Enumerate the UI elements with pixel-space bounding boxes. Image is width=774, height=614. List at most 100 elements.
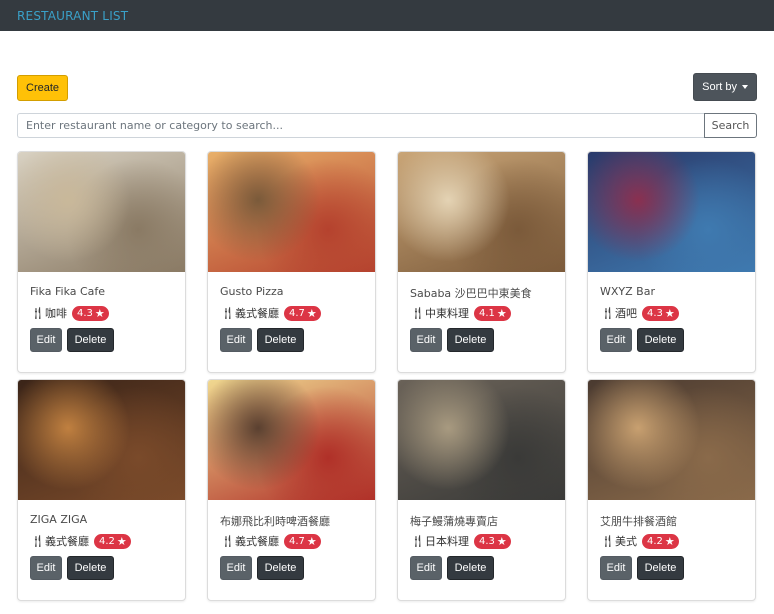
star-icon: ★: [94, 306, 105, 320]
edit-button[interactable]: Edit: [30, 556, 62, 580]
sort-by-label: Sort by: [702, 81, 737, 93]
delete-button[interactable]: Delete: [257, 556, 304, 580]
restaurant-category: 義式餐廳: [45, 535, 89, 548]
utensils-icon: 🍴︎: [220, 534, 236, 548]
restaurant-category: 美式: [615, 535, 637, 548]
card-body: 布娜飛比利時啤酒餐廳 🍴︎ 義式餐廳 4.7 ★ Edit Delete: [208, 500, 375, 580]
brand-link[interactable]: RESTAURANT LIST: [17, 9, 128, 23]
edit-button[interactable]: Edit: [220, 556, 252, 580]
card-actions: Edit Delete: [220, 328, 363, 352]
toolbar: Create Sort by: [17, 73, 757, 101]
restaurant-name: ZIGA ZIGA: [30, 513, 88, 526]
utensils-icon: 🍴︎: [600, 306, 616, 320]
rating-value: 4.3: [647, 307, 663, 319]
restaurant-photo[interactable]: [398, 380, 565, 500]
utensils-icon: 🍴︎: [30, 306, 46, 320]
card-body: WXYZ Bar 🍴︎ 酒吧 4.3 ★ Edit Delete: [588, 272, 755, 352]
rating-badge: 4.2 ★: [94, 533, 131, 549]
restaurant-meta: 🍴︎ 咖啡 4.3 ★: [30, 304, 173, 322]
restaurant-photo[interactable]: [588, 380, 755, 500]
rating-badge: 4.3 ★: [474, 533, 511, 549]
card-body: Fika Fika Cafe 🍴︎ 咖啡 4.3 ★ Edit Delete: [18, 272, 185, 352]
rating-badge: 4.3 ★: [72, 305, 109, 321]
restaurant-photo[interactable]: [18, 152, 185, 272]
delete-button[interactable]: Delete: [67, 556, 114, 580]
rating-value: 4.3: [77, 307, 93, 319]
card-actions: Edit Delete: [600, 328, 743, 352]
restaurant-photo[interactable]: [208, 152, 375, 272]
delete-button[interactable]: Delete: [257, 328, 304, 352]
utensils-icon: 🍴︎: [410, 534, 426, 548]
card-body: Sababa 沙巴巴中東美食 🍴︎ 中東料理 4.1 ★ Edit Delete: [398, 272, 565, 352]
restaurant-name: Gusto Pizza: [220, 285, 284, 298]
star-icon: ★: [306, 534, 317, 548]
star-icon: ★: [496, 534, 507, 548]
restaurant-name: WXYZ Bar: [600, 285, 655, 298]
edit-button[interactable]: Edit: [600, 328, 632, 352]
rating-value: 4.7: [289, 307, 305, 319]
rating-value: 4.7: [289, 535, 305, 547]
card-actions: Edit Delete: [600, 556, 743, 580]
utensils-icon: 🍴︎: [600, 534, 616, 548]
delete-button[interactable]: Delete: [637, 328, 684, 352]
restaurant-category: 義式餐廳: [235, 307, 279, 320]
caret-down-icon: [742, 85, 748, 89]
card-actions: Edit Delete: [30, 328, 173, 352]
delete-button[interactable]: Delete: [67, 328, 114, 352]
edit-button[interactable]: Edit: [30, 328, 62, 352]
restaurant-card[interactable]: 布娜飛比利時啤酒餐廳 🍴︎ 義式餐廳 4.7 ★ Edit Delete: [207, 379, 376, 601]
restaurant-meta: 🍴︎ 酒吧 4.3 ★: [600, 304, 743, 322]
card-actions: Edit Delete: [410, 328, 553, 352]
restaurant-photo[interactable]: [588, 152, 755, 272]
restaurant-card[interactable]: 梅子鰻蒲燒專賣店 🍴︎ 日本料理 4.3 ★ Edit Delete: [397, 379, 566, 601]
restaurant-category: 咖啡: [45, 307, 67, 320]
rating-badge: 4.7 ★: [284, 305, 321, 321]
restaurant-card[interactable]: 艾朋牛排餐酒館 🍴︎ 美式 4.2 ★ Edit Delete: [587, 379, 756, 601]
edit-button[interactable]: Edit: [220, 328, 252, 352]
delete-button[interactable]: Delete: [637, 556, 684, 580]
restaurant-name: Fika Fika Cafe: [30, 285, 106, 298]
restaurant-category: 義式餐廳: [235, 535, 279, 548]
utensils-icon: 🍴︎: [410, 306, 426, 320]
delete-button[interactable]: Delete: [447, 556, 494, 580]
restaurant-card[interactable]: Fika Fika Cafe 🍴︎ 咖啡 4.3 ★ Edit Delete: [17, 151, 186, 373]
rating-value: 4.2: [647, 535, 663, 547]
edit-button[interactable]: Edit: [410, 556, 442, 580]
restaurant-category: 日本料理: [425, 535, 469, 548]
star-icon: ★: [116, 534, 127, 548]
restaurant-name: Sababa 沙巴巴中東美食: [410, 287, 532, 300]
restaurant-card[interactable]: Gusto Pizza 🍴︎ 義式餐廳 4.7 ★ Edit Delete: [207, 151, 376, 373]
utensils-icon: 🍴︎: [30, 534, 46, 548]
restaurant-card[interactable]: WXYZ Bar 🍴︎ 酒吧 4.3 ★ Edit Delete: [587, 151, 756, 373]
card-actions: Edit Delete: [30, 556, 173, 580]
restaurant-photo[interactable]: [208, 380, 375, 500]
utensils-icon: 🍴︎: [220, 306, 236, 320]
restaurant-card[interactable]: ZIGA ZIGA 🍴︎ 義式餐廳 4.2 ★ Edit Delete: [17, 379, 186, 601]
restaurant-photo[interactable]: [18, 380, 185, 500]
search-button[interactable]: Search: [704, 113, 757, 138]
rating-value: 4.1: [479, 307, 495, 319]
rating-badge: 4.7 ★: [284, 533, 321, 549]
restaurant-meta: 🍴︎ 義式餐廳 4.7 ★: [220, 532, 363, 550]
sort-by-dropdown[interactable]: Sort by: [693, 73, 757, 101]
rating-value: 4.2: [99, 535, 115, 547]
star-icon: ★: [664, 306, 675, 320]
restaurant-category: 酒吧: [615, 307, 637, 320]
edit-button[interactable]: Edit: [600, 556, 632, 580]
restaurant-meta: 🍴︎ 美式 4.2 ★: [600, 532, 743, 550]
edit-button[interactable]: Edit: [410, 328, 442, 352]
restaurant-name: 布娜飛比利時啤酒餐廳: [220, 515, 330, 528]
search-input[interactable]: [17, 113, 704, 138]
star-icon: ★: [496, 306, 507, 320]
delete-button[interactable]: Delete: [447, 328, 494, 352]
restaurant-card[interactable]: Sababa 沙巴巴中東美食 🍴︎ 中東料理 4.1 ★ Edit Delete: [397, 151, 566, 373]
restaurant-meta: 🍴︎ 義式餐廳 4.2 ★: [30, 532, 173, 550]
create-button[interactable]: Create: [17, 75, 69, 101]
star-icon: ★: [306, 306, 317, 320]
card-actions: Edit Delete: [410, 556, 553, 580]
card-body: Gusto Pizza 🍴︎ 義式餐廳 4.7 ★ Edit Delete: [208, 272, 375, 352]
restaurant-photo[interactable]: [398, 152, 565, 272]
restaurant-grid: Fika Fika Cafe 🍴︎ 咖啡 4.3 ★ Edit Delete G…: [17, 151, 757, 601]
rating-badge: 4.2 ★: [642, 533, 679, 549]
restaurant-meta: 🍴︎ 日本料理 4.3 ★: [410, 532, 553, 550]
